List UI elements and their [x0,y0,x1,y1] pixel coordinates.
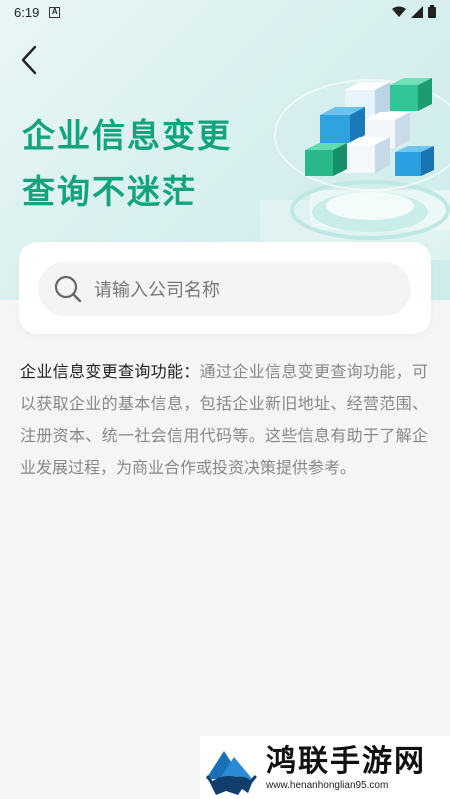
status-time: 6:19 [14,4,40,20]
hero-title-line1: 企业信息变更 [22,116,232,155]
search-card: 请输入公司名称 [19,242,431,334]
description-heading: 企业信息变更查询功能： [20,362,200,381]
a-box-icon: A [49,6,61,18]
status-bar: 6:19 A [0,0,450,24]
watermark-url: www.henanhonglian95.com [266,780,389,791]
hero-title: 企业信息变更 查询不迷茫 [22,108,232,220]
bull-logo-icon [202,738,260,797]
watermark-name: 鸿联手游网 [266,744,426,779]
status-icons [392,5,436,18]
signal-icon [411,5,423,18]
search-placeholder: 请输入公司名称 [94,280,220,301]
cubes-illustration [260,78,450,260]
battery-icon [428,5,436,18]
wifi-icon [392,6,406,17]
search-input[interactable]: 请输入公司名称 [38,262,411,316]
hero-title-line2: 查询不迷茫 [22,172,197,211]
watermark: 鸿联手游网 www.henanhonglian95.com [200,736,450,799]
back-button[interactable] [14,44,44,76]
search-icon [54,275,82,303]
chevron-left-icon [21,45,37,75]
feature-description: 企业信息变更查询功能：通过企业信息变更查询功能，可以获取企业的基本信息，包括企业… [20,356,428,484]
